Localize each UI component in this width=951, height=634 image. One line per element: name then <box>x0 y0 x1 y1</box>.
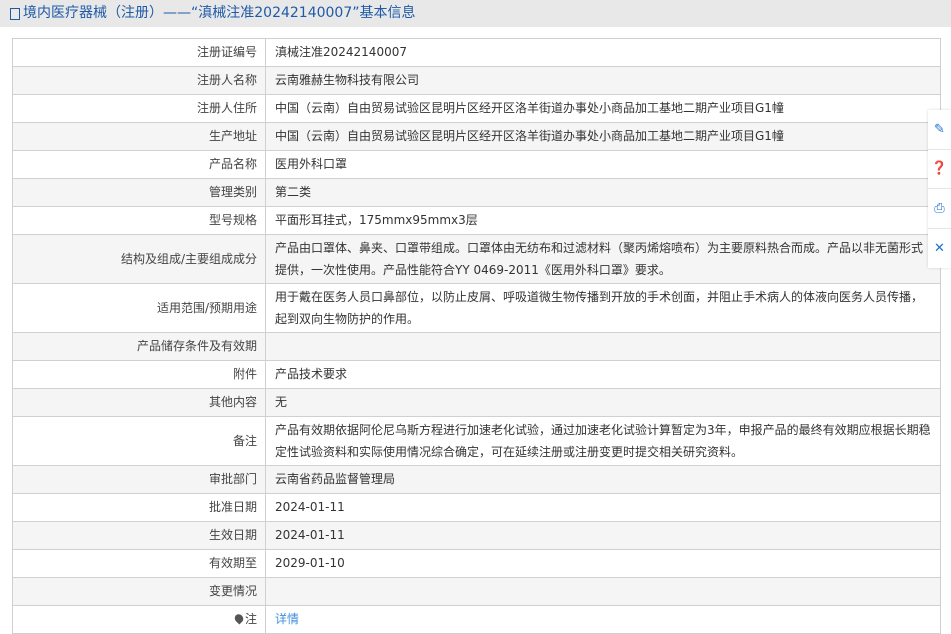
pin-icon <box>232 612 245 625</box>
table-row: 管理类别 第二类 <box>12 178 941 207</box>
row-label: 注册证编号 <box>12 38 266 67</box>
row-value: 云南省药品监督管理局 <box>265 465 941 494</box>
row-value <box>265 332 941 361</box>
table-row: 变更情况 <box>12 577 941 606</box>
row-label: 管理类别 <box>12 178 266 207</box>
row-value: 产品技术要求 <box>265 360 941 389</box>
page-header: 境内医疗器械（注册）——“滇械注准20242140007”基本信息 <box>0 0 951 27</box>
help-icon[interactable]: ❓ <box>928 150 951 189</box>
table-row: 附件 产品技术要求 <box>12 360 941 389</box>
side-toolbar: ✎ ❓ ⎙ ✕ <box>928 110 951 268</box>
table-row: 产品名称 医用外科口罩 <box>12 150 941 179</box>
table-row: 型号规格 平面形耳挂式，175mmx95mmx3层 <box>12 206 941 235</box>
row-value: 滇械注准20242140007 <box>265 38 941 67</box>
row-label: 有效期至 <box>12 549 266 578</box>
row-label: 批准日期 <box>12 493 266 522</box>
note-label: 注 <box>12 605 266 634</box>
table-row: 产品储存条件及有效期 <box>12 332 941 361</box>
row-value: 2029-01-10 <box>265 549 941 578</box>
row-value: 产品由口罩体、鼻夹、口罩带组成。口罩体由无纺布和过滤材料（聚丙烯熔喷布）为主要原… <box>265 234 941 284</box>
table-row: 审批部门 云南省药品监督管理局 <box>12 465 941 494</box>
row-label: 审批部门 <box>12 465 266 494</box>
row-label: 备注 <box>12 416 266 466</box>
table-row: 适用范围/预期用途 用于戴在医务人员口鼻部位，以防止皮屑、呼吸道微生物传播到开放的… <box>12 283 941 333</box>
row-value: 平面形耳挂式，175mmx95mmx3层 <box>265 206 941 235</box>
table-row: 备注 产品有效期依据阿伦尼乌斯方程进行加速老化试验，通过加速老化试验计算暂定为3年… <box>12 416 941 466</box>
close-icon[interactable]: ✕ <box>928 229 951 269</box>
row-value: 用于戴在医务人员口鼻部位，以防止皮屑、呼吸道微生物传播到开放的手术创面，并阻止手… <box>265 283 941 333</box>
row-label: 其他内容 <box>12 388 266 417</box>
row-label: 注册人名称 <box>12 66 266 95</box>
info-table: 注册证编号 滇械注准20242140007 注册人名称 云南雅赫生物科技有限公司 注册人… <box>12 38 941 634</box>
row-label: 产品储存条件及有效期 <box>12 332 266 361</box>
row-value: 云南雅赫生物科技有限公司 <box>265 66 941 95</box>
row-value: 医用外科口罩 <box>265 150 941 179</box>
row-label: 生产地址 <box>12 122 266 151</box>
document-icon <box>10 7 20 20</box>
details-link[interactable]: 详情 <box>275 612 299 626</box>
row-value: 第二类 <box>265 178 941 207</box>
row-value: 中国（云南）自由贸易试验区昆明片区经开区洛羊街道办事处小商品加工基地二期产业项目… <box>265 94 941 123</box>
row-label: 适用范围/预期用途 <box>12 283 266 333</box>
table-row: 有效期至 2029-01-10 <box>12 549 941 578</box>
row-value: 产品有效期依据阿伦尼乌斯方程进行加速老化试验，通过加速老化试验计算暂定为3年，申… <box>265 416 941 466</box>
table-row: 注 详情 <box>12 605 941 634</box>
row-value: 中国（云南）自由贸易试验区昆明片区经开区洛羊街道办事处小商品加工基地二期产业项目… <box>265 122 941 151</box>
table-row: 批准日期 2024-01-11 <box>12 493 941 522</box>
table-row: 生产地址 中国（云南）自由贸易试验区昆明片区经开区洛羊街道办事处小商品加工基地二期… <box>12 122 941 151</box>
row-value: 2024-01-11 <box>265 493 941 522</box>
table-row: 其他内容无 <box>12 388 941 417</box>
page-title: 境内医疗器械（注册）——“滇械注准20242140007”基本信息 <box>23 5 416 21</box>
row-label: 产品名称 <box>12 150 266 179</box>
row-value: 无 <box>265 388 941 417</box>
row-label: 附件 <box>12 360 266 389</box>
table-row: 注册证编号 滇械注准20242140007 <box>12 38 941 67</box>
table-row: 注册人住所 中国（云南）自由贸易试验区昆明片区经开区洛羊街道办事处小商品加工基地二… <box>12 94 941 123</box>
row-label: 结构及组成/主要组成成分 <box>12 234 266 284</box>
row-value: 2024-01-11 <box>265 521 941 550</box>
row-label: 注册人住所 <box>12 94 266 123</box>
row-value <box>265 577 941 606</box>
note-label-text: 注 <box>244 612 257 626</box>
table-row: 生效日期 2024-01-11 <box>12 521 941 550</box>
table-row: 注册人名称 云南雅赫生物科技有限公司 <box>12 66 941 95</box>
row-label: 生效日期 <box>12 521 266 550</box>
row-label: 型号规格 <box>12 206 266 235</box>
print-icon[interactable]: ⎙ <box>928 189 951 229</box>
row-label: 变更情况 <box>12 577 266 606</box>
table-row: 结构及组成/主要组成成分 产品由口罩体、鼻夹、口罩带组成。口罩体由无纺布和过滤材料… <box>12 234 941 284</box>
edit-icon[interactable]: ✎ <box>928 110 951 150</box>
